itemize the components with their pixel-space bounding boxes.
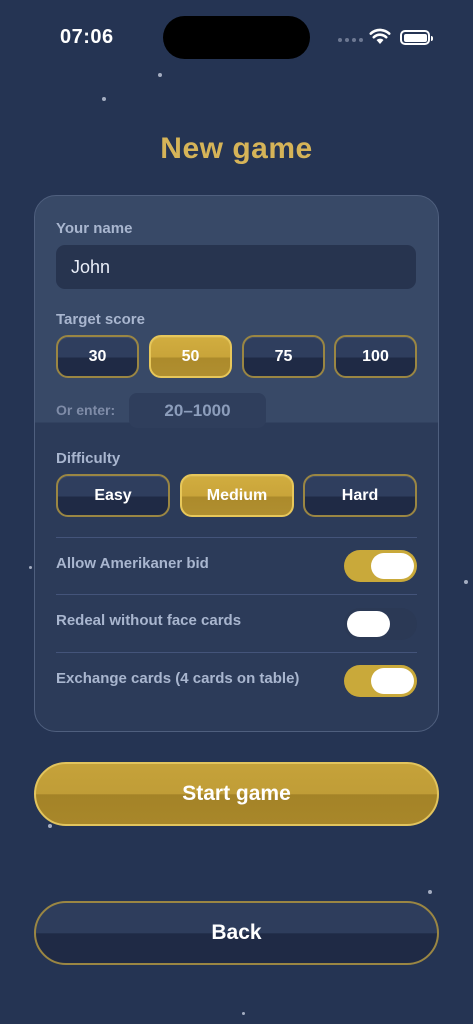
battery-icon [400, 30, 433, 45]
name-label: Your name [56, 220, 133, 237]
divider [56, 537, 417, 538]
divider [56, 652, 417, 653]
custom-score-input[interactable] [129, 393, 266, 428]
divider [56, 594, 417, 595]
cellular-signal-icon [338, 38, 363, 42]
toggle-exchange-cards[interactable] [344, 665, 417, 697]
option-exchange-label: Exchange cards (4 cards on table) [56, 670, 300, 687]
name-input[interactable] [56, 245, 416, 289]
star-decoration [428, 890, 432, 894]
star-decoration [464, 580, 468, 584]
option-amerikaner-label: Allow Amerikaner bid [56, 555, 209, 572]
wifi-icon [369, 28, 391, 44]
option-redeal-label: Redeal without face cards [56, 612, 242, 629]
back-button[interactable]: Back [34, 901, 439, 965]
toggle-knob [371, 553, 414, 579]
status-bar: 07:06 [0, 0, 473, 70]
difficulty-easy[interactable]: Easy [56, 474, 170, 517]
star-decoration [242, 1012, 245, 1015]
page-title: New game [160, 132, 313, 165]
star-decoration [29, 566, 32, 569]
star-decoration [102, 97, 106, 101]
target-option-100[interactable]: 100 [334, 335, 417, 378]
difficulty-label: Difficulty [56, 450, 121, 467]
toggle-knob [347, 611, 390, 637]
star-decoration [158, 73, 162, 77]
toggle-amerikaner-bid[interactable] [344, 550, 417, 582]
difficulty-medium[interactable]: Medium [180, 474, 294, 517]
status-time: 07:06 [60, 26, 114, 48]
or-enter-label: Or enter: [56, 402, 116, 418]
target-option-75[interactable]: 75 [242, 335, 325, 378]
toggle-knob [371, 668, 414, 694]
target-option-50[interactable]: 50 [149, 335, 232, 378]
star-decoration [48, 824, 52, 828]
toggle-redeal-without-face-cards[interactable] [344, 608, 417, 640]
target-option-30[interactable]: 30 [56, 335, 139, 378]
difficulty-hard[interactable]: Hard [303, 474, 417, 517]
target-score-label: Target score [56, 311, 145, 328]
start-game-button[interactable]: Start game [34, 762, 439, 826]
dynamic-island [163, 16, 310, 59]
